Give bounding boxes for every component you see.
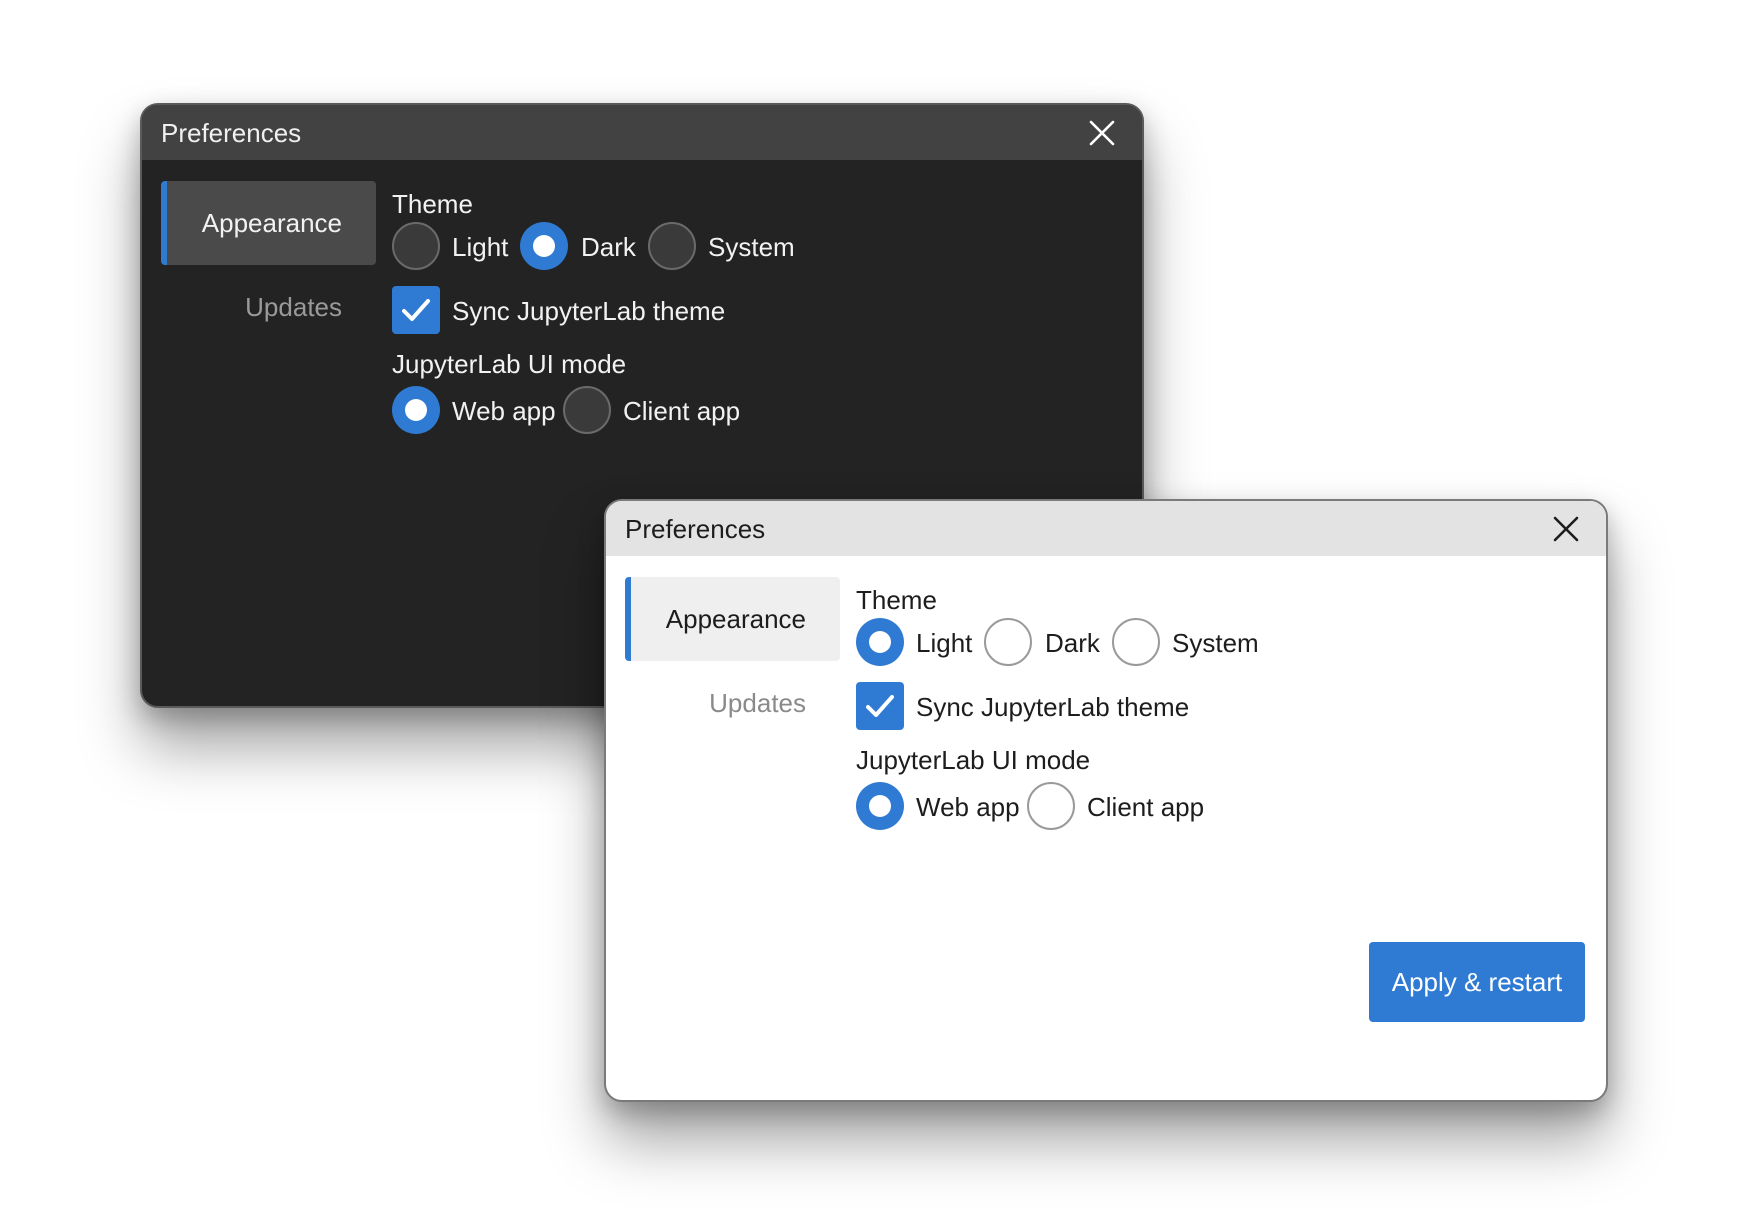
ui-mode-radio-web-app[interactable]: [856, 782, 904, 830]
theme-radio-light[interactable]: [392, 222, 440, 270]
sync-theme-checkbox[interactable]: [392, 286, 440, 334]
close-button[interactable]: [1088, 119, 1116, 147]
nav-item-appearance[interactable]: Appearance: [161, 181, 376, 265]
apply-restart-button[interactable]: Apply & restart: [1369, 942, 1585, 1022]
ui-mode-client-app-label: Client app: [623, 396, 741, 426]
sync-theme-label: Sync JupyterLab theme: [916, 692, 1190, 722]
ui-mode-web-app-label: Web app: [452, 396, 556, 426]
title-bar: Preferences: [606, 501, 1606, 556]
close-icon: [1089, 120, 1115, 146]
nav-item-updates[interactable]: Updates: [625, 661, 840, 745]
theme-option-dark-label: Dark: [581, 232, 636, 262]
ui-mode-radio-web-app[interactable]: [392, 386, 440, 434]
nav-item-appearance[interactable]: Appearance: [625, 577, 840, 661]
theme-radio-system[interactable]: [648, 222, 696, 270]
ui-mode-client-app-label: Client app: [1087, 792, 1205, 822]
window-title: Preferences: [161, 118, 302, 148]
sync-theme-label: Sync JupyterLab theme: [452, 296, 726, 326]
theme-label: Theme: [392, 189, 473, 219]
theme-radio-dark[interactable]: [520, 222, 568, 270]
nav-item-updates[interactable]: Updates: [161, 265, 376, 349]
sync-theme-checkbox[interactable]: [856, 682, 904, 730]
window-title: Preferences: [625, 514, 766, 544]
theme-option-system-label: System: [1172, 628, 1259, 658]
theme-radio-light[interactable]: [856, 618, 904, 666]
theme-label: Theme: [856, 585, 937, 615]
theme-radio-dark[interactable]: [984, 618, 1032, 666]
theme-option-light-label: Light: [916, 628, 973, 658]
ui-mode-label: JupyterLab UI mode: [392, 349, 627, 379]
check-icon: [866, 695, 894, 717]
ui-mode-label: JupyterLab UI mode: [856, 745, 1091, 775]
close-icon: [1553, 516, 1579, 542]
preferences-window-light: Preferences Appearance Updates Theme Lig…: [604, 499, 1608, 1102]
theme-radio-system[interactable]: [1112, 618, 1160, 666]
theme-option-light-label: Light: [452, 232, 509, 262]
close-button[interactable]: [1552, 515, 1580, 543]
check-icon: [402, 299, 430, 321]
theme-option-dark-label: Dark: [1045, 628, 1100, 658]
ui-mode-web-app-label: Web app: [916, 792, 1020, 822]
theme-option-system-label: System: [708, 232, 795, 262]
ui-mode-radio-client-app[interactable]: [1027, 782, 1075, 830]
ui-mode-radio-client-app[interactable]: [563, 386, 611, 434]
title-bar: Preferences: [142, 105, 1142, 160]
